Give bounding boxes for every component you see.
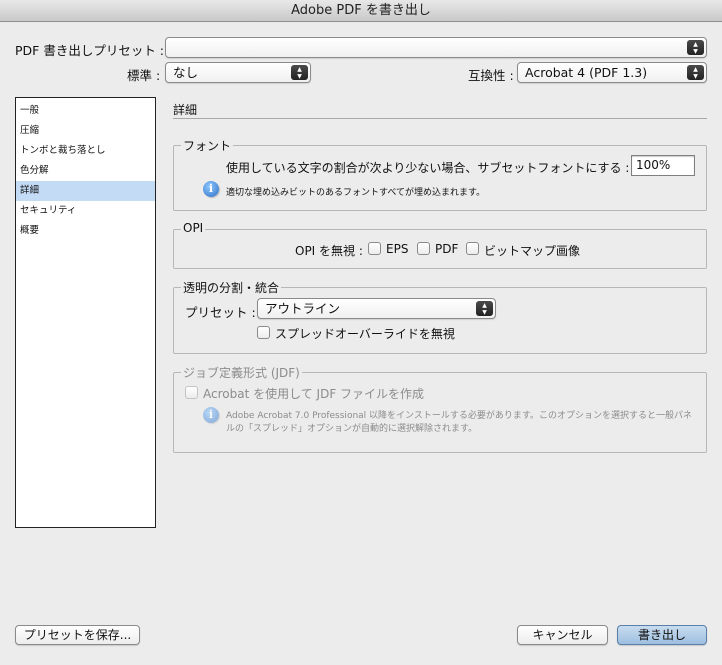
cancel-button[interactable]: キャンセル xyxy=(517,625,608,645)
opi-ignore-label: OPI を無視 : xyxy=(295,244,363,258)
ignore-spread-override-label[interactable]: スプレッドオーバーライドを無視 xyxy=(275,325,455,342)
updown-arrows-icon: ▲ ▼ xyxy=(687,40,704,55)
jdf-info-line2: ルの「スプレッド」オプションが自動的に選択解除されます。 xyxy=(226,424,478,434)
transparency-group-label: 透明の分割・統合 xyxy=(181,279,282,296)
sidebar-item-summary[interactable]: 概要 xyxy=(16,221,155,241)
ignore-spread-override-checkbox[interactable] xyxy=(257,326,270,339)
standard-popup[interactable]: なし ▲ ▼ xyxy=(165,62,311,83)
save-preset-button[interactable]: プリセットを保存... xyxy=(15,625,140,645)
compatibility-popup[interactable]: Acrobat 4 (PDF 1.3) ▲ ▼ xyxy=(517,62,707,83)
standard-label: 標準 : xyxy=(127,68,161,83)
sidebar-item-advanced[interactable]: 詳細 xyxy=(16,181,155,201)
compat-label: 互換性 : xyxy=(468,68,514,83)
updown-arrows-icon: ▲ ▼ xyxy=(476,301,493,316)
fonts-info-text: 適切な埋め込みビットのあるフォントすべてが埋め込まれます。 xyxy=(226,188,486,198)
flattener-preset-value: アウトライン xyxy=(265,301,341,316)
eps-label[interactable]: EPS xyxy=(386,242,408,256)
jdf-group-label: ジョブ定義形式 (JDF) xyxy=(181,364,302,381)
info-icon: i xyxy=(203,181,219,197)
jdf-info-line1: Adobe Acrobat 7.0 Professional 以降をインストール… xyxy=(226,411,692,421)
sidebar-item-output[interactable]: 色分解 xyxy=(16,161,155,181)
bitmap-checkbox[interactable] xyxy=(466,242,479,255)
updown-arrows-icon: ▲ ▼ xyxy=(687,65,704,80)
flattener-preset-popup[interactable]: アウトライン ▲ ▼ xyxy=(257,298,496,319)
section-divider xyxy=(173,118,707,119)
subset-threshold-label: 使用している文字の割合が次より少ない場合、サブセットフォントにする : xyxy=(226,161,630,175)
sidebar-item-marks-bleeds[interactable]: トンボと裁ち落とし xyxy=(16,141,155,161)
section-title: 詳細 xyxy=(173,103,198,117)
export-button[interactable]: 書き出し xyxy=(617,625,707,645)
fonts-group xyxy=(173,145,707,211)
fonts-group-label: フォント xyxy=(181,137,234,154)
create-jdf-label[interactable]: Acrobat を使用して JDF ファイルを作成 xyxy=(203,385,424,402)
eps-checkbox[interactable] xyxy=(368,242,381,255)
info-icon: i xyxy=(203,407,219,423)
sidebar-item-security[interactable]: セキュリティ xyxy=(16,201,155,221)
create-jdf-checkbox[interactable] xyxy=(185,386,198,399)
sidebar-item-general[interactable]: 一般 xyxy=(16,101,155,121)
standard-value: なし xyxy=(173,65,199,80)
opi-group-label: OPI xyxy=(181,221,206,235)
sidebar-item-compression[interactable]: 圧縮 xyxy=(16,121,155,141)
updown-arrows-icon: ▲ ▼ xyxy=(291,65,308,80)
window-title: Adobe PDF を書き出し xyxy=(0,0,722,22)
pdf-label[interactable]: PDF xyxy=(435,242,458,256)
preset-label: PDF 書き出しプリセット : xyxy=(15,43,165,58)
subset-threshold-field[interactable]: 100% xyxy=(631,155,695,176)
flattener-preset-label: プリセット : xyxy=(185,305,256,320)
pdf-preset-popup[interactable]: ▲ ▼ xyxy=(165,37,707,58)
pdf-checkbox[interactable] xyxy=(417,242,430,255)
compatibility-value: Acrobat 4 (PDF 1.3) xyxy=(525,65,648,80)
sidebar-list: 一般 圧縮 トンボと裁ち落とし 色分解 詳細 セキュリティ 概要 xyxy=(15,97,156,528)
bitmap-label[interactable]: ビットマップ画像 xyxy=(484,242,580,259)
